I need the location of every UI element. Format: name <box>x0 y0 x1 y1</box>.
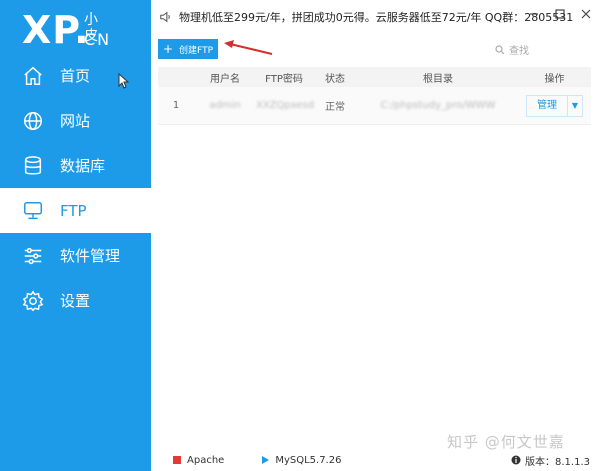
logo-text: XP. <box>22 8 90 52</box>
header-password: FTP密码 <box>256 70 312 85</box>
apache-label: Apache <box>187 455 224 466</box>
version-label: 版本：8.1.1.3 <box>525 453 590 468</box>
create-ftp-label: 创建FTP <box>179 43 213 56</box>
search-placeholder: 查找 <box>509 42 529 57</box>
sidebar-item-label: 首页 <box>60 65 90 86</box>
row-status: 正常 <box>312 98 358 113</box>
gear-icon <box>22 290 44 312</box>
row-username: admin <box>194 100 256 111</box>
ftp-table: 用户名 FTP密码 状态 根目录 操作 1 admin XXZQpxesd 正常… <box>158 67 591 125</box>
sliders-icon <box>22 245 44 267</box>
version-info: 版本：8.1.1.3 <box>511 453 590 468</box>
manage-dropdown[interactable]: 管理 ▼ <box>526 95 583 117</box>
header-root-dir: 根目录 <box>358 70 518 85</box>
sidebar-item-home[interactable]: 首页 <box>0 53 151 98</box>
sidebar-item-label: 数据库 <box>60 155 105 176</box>
sidebar-item-software[interactable]: 软件管理 <box>0 233 151 278</box>
create-ftp-button[interactable]: + 创建FTP <box>158 39 218 59</box>
info-icon <box>511 455 521 465</box>
header-status: 状态 <box>312 70 358 85</box>
globe-icon <box>22 110 44 132</box>
red-arrow-annotation <box>222 38 274 58</box>
plus-icon: + <box>163 43 173 55</box>
sidebar: XP. 小皮 CN 首页 网站 数据库 FTP <box>0 0 151 471</box>
sidebar-item-website[interactable]: 网站 <box>0 98 151 143</box>
sidebar-item-label: 软件管理 <box>60 245 120 266</box>
search-icon <box>495 45 505 55</box>
logo-sub-bottom: CN <box>84 30 111 50</box>
speaker-icon <box>159 10 173 24</box>
minimize-icon[interactable] <box>528 8 540 20</box>
announcement-text: 物理机低至299元/年，拼团成功0元得。云服务器低至72元/年 QQ群：2805… <box>179 9 573 25</box>
stopped-square-icon <box>173 456 181 464</box>
sidebar-item-label: FTP <box>60 202 87 220</box>
row-operation: 管理 ▼ <box>518 95 591 117</box>
mysql-status[interactable]: MySQL5.7.26 <box>262 455 341 466</box>
row-root-dir: C:/phpstudy_pro/WWW <box>358 100 518 111</box>
window-controls <box>528 8 592 20</box>
sidebar-nav: 首页 网站 数据库 FTP 软件管理 <box>0 53 151 323</box>
mouse-cursor-icon <box>118 73 130 89</box>
caret-down-icon[interactable]: ▼ <box>568 101 582 110</box>
announcement-bar: 物理机低至299元/年，拼团成功0元得。云服务器低至72元/年 QQ群：2805… <box>151 0 600 34</box>
sidebar-item-database[interactable]: 数据库 <box>0 143 151 188</box>
status-bar: Apache MySQL5.7.26 版本：8.1.1.3 <box>151 449 600 471</box>
ftp-monitor-icon <box>22 200 44 222</box>
play-icon <box>262 456 269 464</box>
search-box[interactable]: 查找 <box>495 42 529 57</box>
sidebar-item-label: 设置 <box>60 290 90 311</box>
sidebar-item-label: 网站 <box>60 110 90 131</box>
row-password: XXZQpxesd <box>256 100 312 111</box>
manage-button[interactable]: 管理 <box>527 96 568 116</box>
mysql-label: MySQL5.7.26 <box>275 455 341 466</box>
header-username: 用户名 <box>194 70 256 85</box>
database-icon <box>22 155 44 177</box>
table-row[interactable]: 1 admin XXZQpxesd 正常 C:/phpstudy_pro/WWW… <box>158 87 591 125</box>
row-index: 1 <box>158 100 194 111</box>
table-header: 用户名 FTP密码 状态 根目录 操作 <box>158 67 591 87</box>
close-icon[interactable] <box>580 8 592 20</box>
header-operation: 操作 <box>518 70 591 85</box>
sidebar-item-ftp[interactable]: FTP <box>0 188 151 233</box>
apache-status[interactable]: Apache <box>173 455 224 466</box>
sidebar-item-settings[interactable]: 设置 <box>0 278 151 323</box>
home-icon <box>22 65 44 87</box>
maximize-icon[interactable] <box>554 8 566 20</box>
